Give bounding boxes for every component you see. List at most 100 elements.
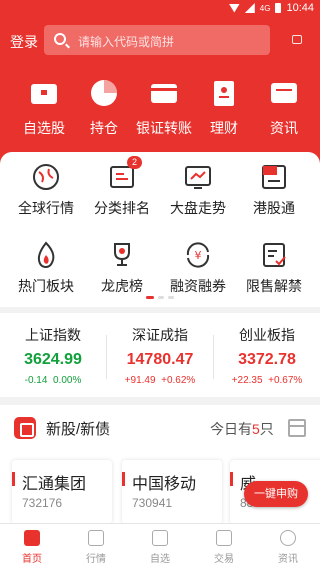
status-bar: 4G 10:44 — [0, 0, 320, 18]
index-value: 3372.78 — [238, 351, 296, 368]
ipo-logo-icon — [14, 417, 36, 439]
index-change-pct: +0.67% — [268, 375, 303, 386]
notification-badge: 2 — [127, 156, 143, 169]
index-value: 14780.47 — [126, 351, 194, 368]
signal-icon — [244, 3, 255, 13]
home-icon — [24, 530, 40, 546]
card-icon — [151, 84, 177, 103]
unlock-icon — [263, 243, 286, 267]
index-change-points: +22.35 — [231, 375, 263, 386]
hk-icon — [262, 165, 286, 189]
header: 登录 请输入代码或简拼 自选股 持仓 银证转账 理财 资讯 — [0, 18, 320, 170]
bottom-tab-bar: 首页 行情 自选 交易 资讯 — [0, 523, 320, 569]
grid-item-label: 龙虎榜 — [101, 278, 143, 294]
one-click-subscribe-button[interactable]: 一键申购 — [244, 481, 308, 507]
tab-label: 自选 — [150, 554, 170, 565]
grid-item-label: 港股通 — [253, 200, 295, 216]
page-indicator — [146, 296, 174, 299]
battery-icon — [275, 3, 282, 13]
folder-icon — [152, 530, 168, 546]
grid-item-label: 全球行情 — [18, 200, 74, 216]
index-change-points: -0.14 — [24, 375, 48, 386]
compass-icon — [280, 530, 296, 546]
quick-action-transfer[interactable]: 银证转账 — [132, 78, 196, 138]
tab-home[interactable]: 首页 — [0, 530, 64, 565]
tab-watchlist[interactable]: 自选 — [128, 530, 192, 565]
login-button[interactable]: 登录 — [10, 32, 38, 52]
function-grid: 全球行情 2 分类排名 大盘走势 港股通 热门板块 龙虎榜 ¥ 融资融券 限售解… — [0, 152, 320, 307]
index-change: +22.35 +0.67% — [214, 375, 320, 386]
fire-icon — [37, 241, 55, 269]
ipo-card[interactable]: 汇通集团 732176 — [12, 460, 112, 523]
index-change: -0.14 0.00% — [0, 375, 106, 386]
ipo-count-number: 5 — [252, 421, 260, 437]
clock: 10:44 — [286, 2, 314, 14]
page-dot — [168, 296, 174, 299]
grid-item-label: 大盘走势 — [170, 200, 226, 216]
card-accent — [12, 472, 15, 486]
grid-item-dragon-tiger[interactable]: 龙虎榜 — [82, 240, 162, 296]
index-change-pct: +0.62% — [161, 375, 196, 386]
quick-action-news[interactable]: 资讯 — [252, 78, 316, 138]
yen-exchange-icon: ¥ — [186, 242, 210, 268]
grid-item-label: 限售解禁 — [246, 278, 302, 294]
ipo-card-code: 730941 — [132, 496, 173, 510]
page-dot-active — [146, 296, 154, 299]
tab-trade[interactable]: 交易 — [192, 530, 256, 565]
exchange-icon — [216, 530, 232, 546]
quick-action-label: 持仓 — [90, 120, 118, 136]
grid-item-label: 融资融券 — [170, 278, 226, 294]
page-dot — [158, 296, 164, 299]
wifi-icon — [228, 3, 240, 13]
tab-label: 交易 — [214, 554, 234, 565]
ipo-card-name: 汇通集团 — [22, 476, 87, 493]
index-name: 上证指数 — [25, 327, 81, 343]
document-icon — [214, 81, 234, 106]
tab-news[interactable]: 资讯 — [256, 530, 320, 565]
quick-action-watchlist[interactable]: 自选股 — [12, 78, 76, 138]
quick-action-wealth[interactable]: 理财 — [192, 78, 256, 138]
index-change: +91.49 +0.62% — [107, 375, 213, 386]
tab-label: 资讯 — [278, 554, 298, 565]
index-value: 3624.99 — [24, 351, 82, 368]
market-indices: 上证指数 3624.99 -0.14 0.00% 深证成指 14780.47 +… — [0, 313, 320, 397]
index-shenzhen[interactable]: 深证成指 14780.47 +91.49 +0.62% — [107, 325, 213, 386]
index-shanghai[interactable]: 上证指数 3624.99 -0.14 0.00% — [0, 325, 106, 386]
index-chinext[interactable]: 创业板指 3372.78 +22.35 +0.67% — [214, 325, 320, 386]
card-accent — [122, 472, 125, 486]
trophy-icon — [114, 243, 130, 266]
index-change-pct: 0.00% — [53, 375, 82, 386]
ipo-title[interactable]: 新股/新债 — [46, 418, 110, 439]
ipo-today-prefix: 今日有 — [210, 421, 252, 437]
grid-item-margin-trading[interactable]: ¥ 融资融券 — [158, 240, 238, 296]
tab-label: 行情 — [86, 554, 106, 565]
calendar-icon[interactable] — [288, 419, 306, 437]
grid-item-hot-sectors[interactable]: 热门板块 — [6, 240, 86, 296]
index-name: 创业板指 — [239, 327, 295, 343]
folder-icon — [31, 84, 57, 104]
message-icon[interactable] — [292, 35, 302, 44]
grid-item-global-markets[interactable]: 全球行情 — [6, 162, 86, 218]
grid-item-lockup-expiry[interactable]: 限售解禁 — [234, 240, 314, 296]
search-input[interactable]: 请输入代码或简拼 — [44, 25, 270, 55]
svg-text:¥: ¥ — [195, 249, 202, 262]
search-placeholder: 请输入代码或简拼 — [78, 35, 175, 49]
grid-item-hk-connect[interactable]: 港股通 — [234, 162, 314, 218]
ipo-card-code: 732176 — [22, 496, 63, 510]
quick-action-label: 银证转账 — [136, 120, 192, 136]
index-name: 深证成指 — [132, 327, 188, 343]
ipo-today-count: 今日有5只 — [210, 419, 274, 439]
ipo-today-suffix: 只 — [259, 421, 274, 437]
trend-icon — [185, 166, 211, 189]
tab-label: 首页 — [22, 554, 42, 565]
quick-action-label: 资讯 — [270, 120, 298, 136]
ipo-card[interactable]: 中国移动 730941 — [122, 460, 222, 523]
card-accent — [230, 472, 233, 486]
quick-action-positions[interactable]: 持仓 — [72, 78, 136, 138]
tab-quotes[interactable]: 行情 — [64, 530, 128, 565]
ipo-card-name: 中国移动 — [132, 476, 197, 493]
grid-item-market-trend[interactable]: 大盘走势 — [158, 162, 238, 218]
grid-item-ranking[interactable]: 2 分类排名 — [82, 156, 162, 218]
index-change-points: +91.49 — [124, 375, 156, 386]
chart-icon — [88, 530, 104, 546]
